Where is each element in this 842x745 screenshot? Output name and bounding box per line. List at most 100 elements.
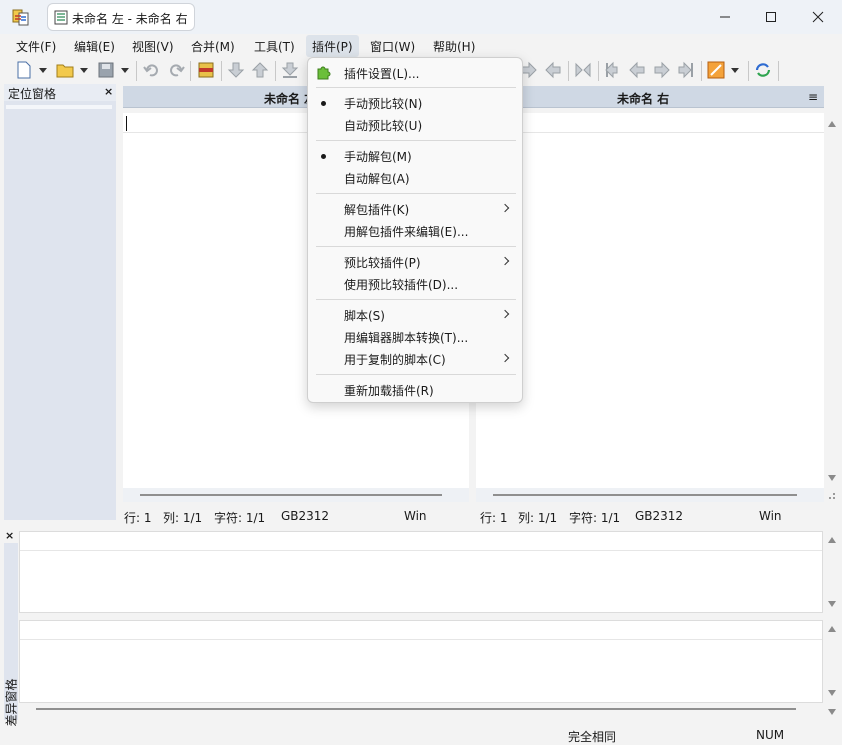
menu-item-auto-unpack[interactable]: 自动解包(A) — [344, 170, 410, 187]
menu-view[interactable]: 视图(V) — [132, 38, 174, 55]
menu-tools[interactable]: 工具(T) — [254, 38, 295, 55]
right-editor[interactable] — [476, 113, 824, 488]
new-dropdown-arrow[interactable] — [39, 68, 47, 73]
location-map[interactable] — [6, 105, 112, 109]
diff-line — [20, 550, 822, 551]
diff-horizontal-scrollbar-thumb[interactable] — [36, 708, 796, 710]
close-button[interactable] — [795, 0, 841, 34]
menu-plugins[interactable]: 插件(P) — [306, 35, 359, 57]
menu-item-reload-plugins[interactable]: 重新加载插件(R) — [344, 382, 434, 399]
refresh-icon[interactable] — [754, 61, 772, 79]
left-status-encoding: GB2312 — [281, 509, 330, 523]
minimize-button[interactable] — [702, 0, 748, 34]
right-status-chars: 字符: 1/1 — [569, 511, 621, 525]
toolbar-separator — [598, 61, 599, 81]
menu-window[interactable]: 窗口(W) — [370, 38, 415, 55]
right-status-encoding: GB2312 — [635, 509, 684, 523]
redo-icon[interactable] — [167, 61, 185, 79]
copy-left-icon[interactable] — [544, 61, 562, 79]
left-horizontal-scrollbar[interactable] — [123, 488, 469, 502]
open-dropdown-arrow[interactable] — [80, 68, 88, 73]
toolbar-separator — [136, 61, 137, 81]
menu-help[interactable]: 帮助(H) — [433, 38, 475, 55]
menu-item-edit-with-unpacker[interactable]: 用解包插件来编辑(E)... — [344, 223, 468, 240]
menu-item-auto-prediff[interactable]: 自动预比较(U) — [344, 117, 422, 134]
location-pane-header: 定位窗格 × — [4, 84, 116, 101]
diff-pane: × 差异窗格 — [4, 529, 839, 727]
checked-dot-icon — [321, 154, 326, 159]
minimize-icon — [720, 16, 730, 18]
scrollbar-thumb[interactable] — [493, 494, 797, 496]
open-folder-icon[interactable] — [56, 61, 74, 79]
diff-right-view[interactable] — [19, 620, 823, 703]
menu-separator — [316, 374, 516, 375]
new-file-icon[interactable] — [15, 61, 33, 79]
location-pane: 定位窗格 × — [4, 84, 116, 520]
left-status-col: 列: 1/1 — [163, 511, 203, 525]
undo-icon[interactable] — [143, 61, 161, 79]
menu-item-manual-prediff[interactable]: 手动预比较(N) — [344, 95, 422, 112]
maximize-icon — [766, 12, 776, 22]
menu-item-editor-script-transform[interactable]: 用编辑器脚本转换(T)... — [344, 329, 468, 346]
diff-right-vertical-scrollbar[interactable] — [825, 620, 839, 703]
location-pane-title: 定位窗格 — [8, 87, 57, 101]
diff-left-view[interactable] — [19, 531, 823, 613]
right-pane-header: 未命名 右 ≡ — [476, 86, 824, 108]
menu-merge[interactable]: 合并(M) — [191, 38, 235, 55]
last-conflict-icon[interactable] — [677, 61, 695, 79]
scroll-down-icon[interactable] — [828, 709, 836, 715]
last-diff-icon[interactable] — [281, 61, 299, 79]
menu-separator — [316, 246, 516, 247]
options-icon[interactable] — [707, 61, 725, 79]
next-conflict-icon[interactable] — [653, 61, 671, 79]
right-horizontal-scrollbar[interactable] — [476, 488, 824, 502]
menu-item-plugin-settings[interactable]: 插件设置(L)... — [344, 65, 420, 82]
right-status-eol: Win — [759, 509, 782, 523]
document-tab[interactable]: 未命名 左 - 未命名 右 — [47, 3, 195, 31]
prev-conflict-icon[interactable] — [628, 61, 646, 79]
maximize-button[interactable] — [748, 0, 794, 34]
menu-edit[interactable]: 编辑(E) — [74, 38, 115, 55]
pane-menu-icon[interactable]: ≡ — [808, 90, 818, 104]
diff-pane-close-icon[interactable]: × — [5, 529, 14, 542]
diff-left-vertical-scrollbar[interactable] — [825, 531, 839, 613]
diff-pane-tab: 差异窗格 — [4, 543, 19, 727]
submenu-chevron-icon — [500, 353, 510, 363]
scroll-up-icon[interactable] — [828, 121, 836, 127]
scroll-down-icon[interactable] — [828, 475, 836, 481]
right-pane-title: 未命名 右 — [617, 92, 670, 106]
left-status-eol: Win — [404, 509, 427, 523]
menu-item-unpacker-plugins[interactable]: 解包插件(K) — [344, 201, 409, 218]
next-diff-icon[interactable] — [227, 61, 245, 79]
menu-item-copy-scripts[interactable]: 用于复制的脚本(C) — [344, 351, 446, 368]
location-pane-close-icon[interactable]: × — [104, 85, 113, 98]
menu-item-prediff-plugins[interactable]: 预比较插件(P) — [344, 254, 421, 271]
menu-item-manual-unpack[interactable]: 手动解包(M) — [344, 148, 412, 165]
menu-bar: 文件(F) 编辑(E) 视图(V) 合并(M) 工具(T) 插件(P) 窗口(W… — [0, 34, 842, 58]
save-dropdown-arrow[interactable] — [121, 68, 129, 73]
toolbar-separator — [778, 61, 779, 81]
diff-line — [20, 639, 822, 640]
left-status-line: 行: 1 — [124, 511, 152, 525]
right-status-col: 列: 1/1 — [518, 511, 558, 525]
first-diff-icon[interactable] — [604, 61, 622, 79]
scroll-down-icon[interactable] — [828, 601, 836, 607]
menu-item-scripts[interactable]: 脚本(S) — [344, 307, 385, 324]
scroll-up-icon[interactable] — [828, 537, 836, 543]
scroll-up-icon[interactable] — [828, 626, 836, 632]
scrollbar-thumb[interactable] — [140, 494, 442, 496]
scroll-down-icon[interactable] — [828, 690, 836, 696]
right-vertical-scrollbar[interactable] — [825, 113, 839, 488]
num-lock-status: NUM — [756, 728, 785, 742]
all-right-icon[interactable] — [574, 61, 592, 79]
prev-diff-icon[interactable] — [251, 61, 269, 79]
merge-icon[interactable] — [197, 61, 215, 79]
menu-item-use-prediff-plugin[interactable]: 使用预比较插件(D)... — [344, 276, 458, 293]
menu-file[interactable]: 文件(F) — [16, 38, 56, 55]
options-dropdown-arrow[interactable] — [731, 68, 739, 73]
puzzle-piece-icon — [317, 66, 331, 80]
app-icon[interactable] — [12, 8, 30, 26]
save-icon[interactable] — [97, 61, 115, 79]
document-icon — [54, 10, 68, 25]
toolbar-separator — [748, 61, 749, 81]
